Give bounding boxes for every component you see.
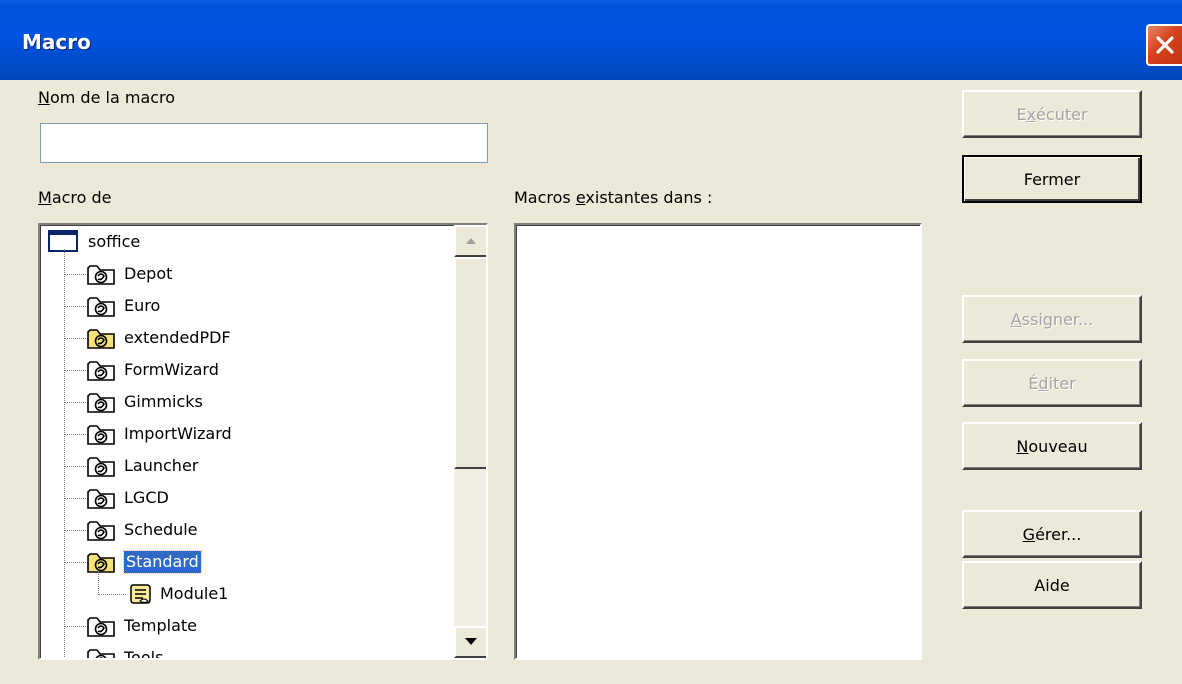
tree-root-label: soffice — [88, 232, 141, 251]
button-label-accelerator: x — [1026, 104, 1037, 124]
tree-item-label: Tools — [124, 648, 164, 660]
tree-item-label: Gimmicks — [124, 392, 203, 411]
button-label: É — [1028, 373, 1039, 393]
button-label-accelerator: d — [1038, 373, 1049, 393]
new-button[interactable]: Nouveau — [962, 422, 1142, 470]
library-folder-icon — [87, 297, 115, 317]
arrow-up-icon — [466, 238, 476, 244]
tree-connector — [64, 338, 86, 339]
tree-connector — [64, 626, 86, 627]
library-tree[interactable]: soffice Depot Euro extendedPDF FormWizard Gim… — [38, 223, 488, 660]
execute-button[interactable]: Ex écuter — [962, 90, 1142, 138]
library-folder-icon — [87, 617, 115, 637]
tree-item-label: LGCD — [124, 488, 169, 507]
close-button[interactable] — [1146, 24, 1182, 66]
button-label: ssigner... — [1021, 309, 1094, 329]
assign-button[interactable]: Assigner... — [962, 295, 1142, 343]
tree-connector — [64, 530, 86, 531]
title-bar[interactable]: Macro — [0, 0, 1182, 80]
tree-item-label: Schedule — [124, 520, 198, 539]
tree-connector — [64, 562, 86, 563]
button-label: écuter — [1036, 104, 1088, 124]
tree-item-label: Template — [124, 616, 198, 635]
tree-connector — [98, 594, 126, 595]
existing-macros-list[interactable] — [514, 223, 922, 660]
tree-connector — [64, 306, 86, 307]
library-folder-icon — [87, 265, 115, 285]
tree-item-label: Standard — [123, 550, 202, 574]
tree-item-library[interactable]: Template — [40, 611, 450, 641]
tree-item-label: extendedPDF — [124, 328, 231, 347]
scroll-thumb[interactable] — [454, 257, 486, 469]
macro-name-input[interactable] — [40, 123, 488, 163]
library-folder-icon — [87, 457, 115, 477]
tree-item-library[interactable]: Standard — [40, 547, 450, 577]
tree-item-label: Euro — [124, 296, 161, 315]
tree-root[interactable]: soffice — [40, 227, 450, 257]
tree-connector — [64, 466, 86, 467]
arrow-down-icon — [465, 638, 477, 645]
library-folder-icon — [87, 361, 115, 381]
tree-item-library[interactable]: Depot — [40, 259, 450, 289]
tree-item-library[interactable]: Tools — [40, 643, 450, 660]
tree-item-label: Launcher — [124, 456, 199, 475]
button-label: iter — [1048, 373, 1076, 393]
module-icon — [130, 584, 151, 604]
tree-item-library[interactable]: FormWizard — [40, 355, 450, 385]
library-folder-icon — [87, 393, 115, 413]
help-button[interactable]: Aide — [962, 561, 1142, 609]
library-folder-icon — [87, 425, 115, 445]
scroll-up-button[interactable] — [454, 225, 486, 257]
window-title: Macro — [22, 30, 91, 54]
button-label: ouveau — [1028, 436, 1088, 456]
tree-connector — [64, 498, 86, 499]
macro-dialog: Macro Nom de la macro Macro de Macros ex… — [0, 0, 1182, 684]
button-label-accelerator: N — [1016, 436, 1029, 456]
tree-connector — [64, 402, 86, 403]
tree-item-label: FormWizard — [124, 360, 219, 379]
macro-from-label: Macro de — [38, 188, 112, 207]
tree-item-library[interactable]: ImportWizard — [40, 419, 450, 449]
scroll-down-button[interactable] — [454, 626, 486, 658]
tree-item-library[interactable]: Schedule — [40, 515, 450, 545]
button-label-accelerator: A — [1010, 309, 1022, 329]
library-folder-icon — [87, 649, 115, 658]
tree-connector — [64, 658, 86, 659]
tree-connector — [64, 434, 86, 435]
button-label: Fermer — [1023, 169, 1081, 189]
tree-connector — [64, 370, 86, 371]
document-icon — [48, 230, 78, 252]
tree-item-library[interactable]: extendedPDF — [40, 323, 450, 353]
button-label: E — [1016, 104, 1027, 124]
tree-item-label: ImportWizard — [124, 424, 232, 443]
library-folder-icon — [87, 553, 115, 573]
close-dialog-button[interactable]: Fermer — [962, 155, 1142, 203]
library-folder-icon — [87, 489, 115, 509]
tree-item-label: Module1 — [160, 584, 229, 603]
close-icon — [1156, 36, 1174, 54]
macro-name-label: Nom de la macro — [38, 88, 176, 107]
existing-macros-label: Macros existantes dans : — [514, 188, 713, 207]
manage-button[interactable]: Gérer... — [962, 510, 1142, 558]
tree-item-library[interactable]: Euro — [40, 291, 450, 321]
tree-connector — [64, 274, 86, 275]
tree-item-library[interactable]: Gimmicks — [40, 387, 450, 417]
library-folder-icon — [87, 329, 115, 349]
tree-item-label: Depot — [124, 264, 173, 283]
library-folder-icon — [87, 521, 115, 541]
tree-scrollbar[interactable] — [454, 225, 486, 658]
edit-button[interactable]: Éd iter — [962, 359, 1142, 407]
button-label-accelerator: G — [1022, 524, 1036, 544]
button-label: érer... — [1035, 524, 1082, 544]
tree-item-library[interactable]: LGCD — [40, 483, 450, 513]
button-label: Aide — [1034, 575, 1070, 595]
tree-item-library[interactable]: Launcher — [40, 451, 450, 481]
tree-item-module[interactable]: Module1 — [40, 579, 450, 609]
